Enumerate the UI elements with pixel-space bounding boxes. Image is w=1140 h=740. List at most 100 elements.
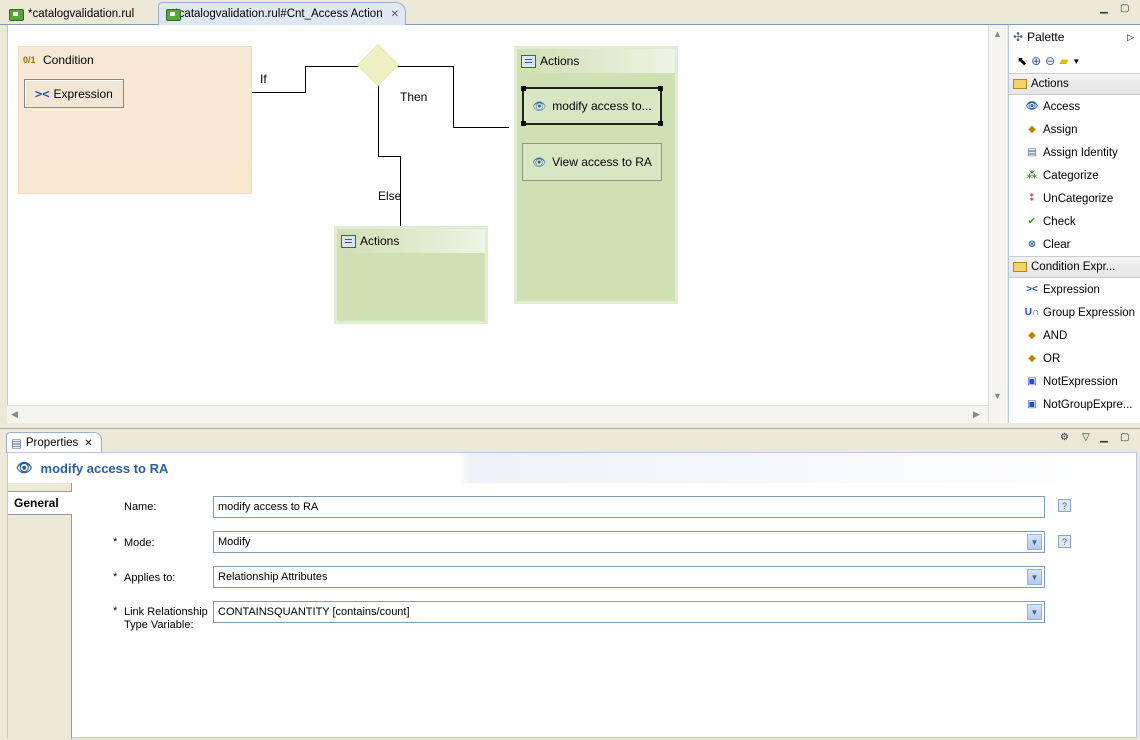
palette-item-assign[interactable]: ◆ Assign — [1009, 118, 1140, 141]
action-view-access[interactable]: 👁 View access to RA — [522, 143, 662, 181]
link-relationship-label: Link Relationship — [124, 606, 208, 618]
if-connector — [252, 92, 306, 93]
mode-value: Modify — [218, 536, 251, 548]
actions-drawer[interactable]: Actions — [1009, 73, 1140, 95]
tab-properties[interactable]: ▤ Properties ✕ — [6, 432, 102, 453]
properties-tab-bar: ▤ Properties ✕ ⚙ ▽ ▁ ▢ — [0, 428, 1140, 453]
drawer-label: Condition Expr... — [1031, 261, 1116, 273]
palette-item-not-group-expression[interactable]: ▣ NotGroupExpre... — [1009, 393, 1140, 416]
chevron-down-icon[interactable]: ▼ — [1027, 569, 1042, 585]
minimize-icon[interactable]: ▁ — [1100, 3, 1108, 14]
maximize-icon[interactable]: ▢ — [1120, 3, 1129, 14]
palette-item-label: NotExpression — [1043, 375, 1118, 388]
horizontal-scrollbar[interactable]: ◀ ▶ — [7, 405, 988, 423]
note-icon[interactable]: ▰ — [1059, 54, 1068, 68]
palette-item-uncategorize[interactable]: ⁑ UnCategorize — [1009, 187, 1140, 210]
palette-item-categorize[interactable]: ⁂ Categorize — [1009, 164, 1140, 187]
resize-handle[interactable] — [658, 121, 663, 126]
minimize-icon[interactable]: ▁ — [1100, 432, 1108, 443]
mode-select[interactable]: Modify ▼ — [213, 531, 1045, 553]
action-label: modify access to... — [552, 99, 652, 113]
properties-title: modify access to RA — [40, 460, 169, 476]
resize-handle[interactable] — [658, 86, 663, 91]
palette-collapse-icon[interactable]: ▷ — [1127, 32, 1134, 43]
palette-item-clear[interactable]: ⊗ Clear — [1009, 233, 1140, 256]
then-actions-node[interactable]: Actions 👁 modify access to... 👁 View acc… — [514, 46, 678, 304]
palette-item-label: Group Expression — [1043, 306, 1136, 319]
chevron-down-icon[interactable]: ▼ — [1027, 604, 1042, 620]
eye-icon: 👁 — [16, 460, 33, 475]
applies-to-label: Applies to: — [124, 572, 176, 584]
expression-icon: >< — [35, 86, 50, 101]
clear-icon: ⊗ — [1027, 239, 1037, 250]
zoom-in-icon[interactable]: ⊕ — [1031, 54, 1041, 68]
view-menu-icon[interactable]: ▽ — [1082, 432, 1090, 443]
scroll-down-icon[interactable]: ▼ — [993, 391, 1002, 401]
else-connector — [378, 84, 379, 156]
maximize-icon[interactable]: ▢ — [1120, 432, 1129, 443]
condition-header: 0/1 Condition — [19, 47, 251, 73]
help-icon[interactable]: ? — [1058, 499, 1071, 512]
tab-catalogvalidation[interactable]: *catalogvalidation.rul — [2, 2, 158, 25]
tab-label: General — [14, 496, 59, 510]
palette-item-label: UnCategorize — [1043, 192, 1114, 205]
help-icon[interactable]: ? — [1058, 535, 1071, 548]
resize-handle[interactable] — [521, 121, 526, 126]
close-icon[interactable]: ✕ — [391, 9, 399, 20]
tab-general[interactable]: General — [8, 491, 72, 515]
zoom-out-icon[interactable]: ⊖ — [1045, 54, 1055, 68]
not-group-expression-icon: ▣ — [1027, 399, 1037, 410]
palette-item-check[interactable]: ✔ Check — [1009, 210, 1140, 233]
expression-label: Expression — [53, 86, 113, 101]
required-mark: * — [113, 536, 118, 548]
palette-item-access[interactable]: 👁 Access — [1009, 95, 1140, 118]
link-relationship-select[interactable]: CONTAINSQUANTITY [contains/count] ▼ — [213, 601, 1045, 623]
palette-item-not-expression[interactable]: ▣ NotExpression — [1009, 370, 1140, 393]
scroll-left-icon[interactable]: ◀ — [11, 409, 18, 420]
else-actions-node[interactable]: Actions — [334, 226, 488, 324]
resize-handle[interactable] — [521, 86, 526, 91]
tab-label: *catalogvalidation.rul — [28, 7, 135, 20]
scroll-right-icon[interactable]: ▶ — [973, 409, 980, 420]
palette-header[interactable]: ✣ Palette ▷ — [1009, 25, 1140, 49]
action-modify-access[interactable]: 👁 modify access to... — [521, 86, 663, 126]
palette-icon: ✣ — [1013, 30, 1024, 44]
condition-expr-drawer[interactable]: Condition Expr... — [1009, 256, 1140, 278]
palette-item-label: NotGroupExpre... — [1043, 398, 1133, 411]
select-tool-icon[interactable]: ⬉ — [1017, 54, 1027, 68]
else-label: Else — [378, 189, 402, 203]
folder-icon — [1013, 262, 1027, 272]
expression-node[interactable]: >< Expression — [24, 79, 124, 108]
tab-label: Properties — [25, 437, 79, 449]
palette-item-and[interactable]: ◆ AND — [1009, 324, 1140, 347]
assign-icon: ◆ — [1028, 124, 1036, 135]
link-relationship-value: CONTAINSQUANTITY [contains/count] — [218, 606, 410, 618]
if-label: If — [260, 72, 267, 86]
pin-icon[interactable]: ⚙ — [1060, 432, 1069, 443]
tab-label: *catalogvalidation.rul#Cnt_Access Action — [174, 8, 383, 20]
vertical-scrollbar[interactable]: ▲ ▼ — [988, 25, 1006, 423]
palette-item-or[interactable]: ◆ OR — [1009, 347, 1140, 370]
scroll-up-icon[interactable]: ▲ — [993, 29, 1002, 39]
tab-cnt-access-action[interactable]: *catalogvalidation.rul#Cnt_Access Action… — [158, 2, 406, 25]
palette-item-label: Access — [1043, 100, 1081, 113]
drawer-label: Actions — [1031, 78, 1069, 90]
name-field[interactable]: modify access to RA — [213, 496, 1045, 518]
applies-to-select[interactable]: Relationship Attributes ▼ — [213, 566, 1045, 588]
actions-header: Actions — [517, 49, 675, 73]
palette-item-label: Clear — [1043, 238, 1071, 251]
actions-header: Actions — [337, 229, 485, 253]
condition-node[interactable]: 0/1 Condition >< Expression — [18, 46, 252, 194]
palette-item-expression[interactable]: >< Expression — [1009, 278, 1140, 301]
categorize-icon: ⁂ — [1026, 170, 1038, 181]
chevron-down-icon[interactable]: ▼ — [1027, 534, 1042, 550]
palette-item-group-expression[interactable]: U∩ Group Expression — [1009, 301, 1140, 324]
palette-item-label: OR — [1043, 352, 1061, 365]
close-icon[interactable]: ✕ — [84, 438, 92, 449]
palette-item-assign-identity[interactable]: ▤ Assign Identity — [1009, 141, 1140, 164]
palette-item-label: AND — [1043, 329, 1068, 342]
eye-icon: 👁 — [1025, 101, 1039, 112]
check-icon: ✔ — [1027, 216, 1037, 227]
properties-panel: 👁 modify access to RA General Name: modi… — [7, 452, 1137, 739]
chevron-down-icon[interactable]: ▼ — [1072, 57, 1080, 66]
